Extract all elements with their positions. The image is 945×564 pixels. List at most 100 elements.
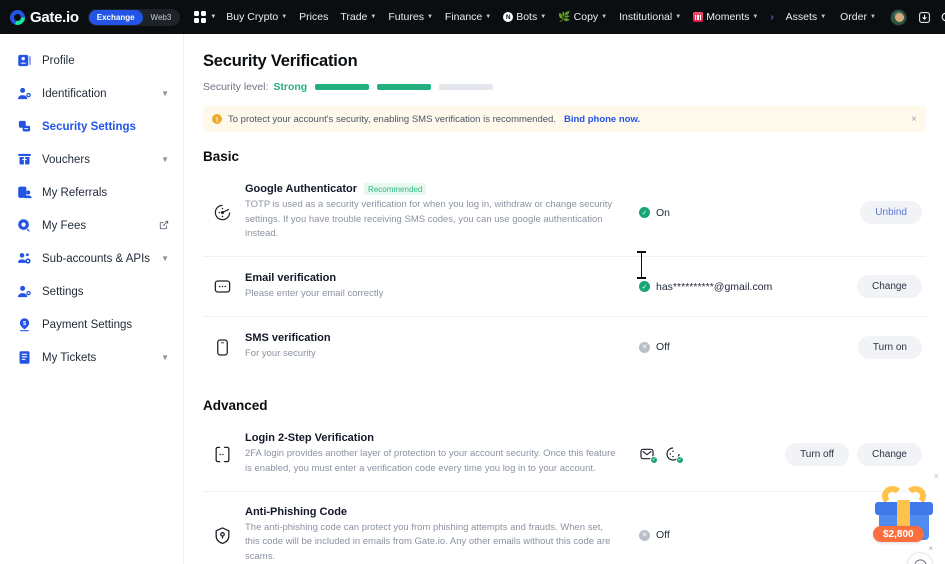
authenticator-icon (211, 203, 233, 222)
platform-switcher[interactable]: Exchange Web3 (87, 8, 181, 26)
payment-icon: $ (16, 317, 32, 333)
row-title: Email verification (245, 271, 337, 284)
recommended-badge: Recommended (364, 183, 427, 195)
sidebar-item-label: Payment Settings (42, 318, 133, 331)
status-text: Off (656, 341, 670, 354)
nav-bots[interactable]: N Bots ▼ (497, 11, 552, 23)
close-icon[interactable]: × (934, 471, 939, 481)
sidebar-item-my-fees[interactable]: My Fees (0, 209, 183, 242)
avatar[interactable] (889, 8, 907, 26)
status-off-icon: ✕ (639, 529, 650, 541)
sidebar-item-identification[interactable]: Identification ▼ (0, 77, 183, 110)
chevron-down-icon: ▼ (370, 14, 377, 20)
status-on-icon: ✓ (639, 281, 650, 293)
nav-moments[interactable]: Moments ▼ (687, 11, 764, 23)
row-actions: Unbind (860, 201, 926, 225)
download-icon[interactable] (915, 7, 935, 27)
nav-futures[interactable]: Futures ▼ (382, 11, 439, 23)
row-description: The anti-phishing code can protect you f… (245, 521, 611, 563)
bind-phone-link[interactable]: Bind phone now. (564, 114, 640, 125)
change-2fa-button[interactable]: Change (856, 442, 922, 466)
nav-order[interactable]: Order ▼ (834, 11, 882, 23)
segment-exchange[interactable]: Exchange (88, 9, 143, 25)
close-icon[interactable]: × (928, 544, 933, 553)
sidebar-item-payment-settings[interactable]: $ Payment Settings (0, 308, 183, 341)
sidebar-item-label: Sub-accounts & APIs (42, 252, 151, 265)
row-description: TOTP is used as a security verification … (245, 199, 613, 240)
nav-finance[interactable]: Finance ▼ (439, 11, 497, 23)
verified-check-icon: ✓ (650, 456, 658, 465)
status-text: has**********@gmail.com (656, 280, 773, 293)
chevron-down-icon: ▼ (675, 14, 682, 20)
row-google-authenticator: Google Authenticator Recommended TOTP is… (203, 169, 926, 258)
main-content: Security Verification Security level: St… (184, 34, 945, 564)
nav-institutional[interactable]: Institutional ▼ (613, 11, 687, 23)
chevron-down-icon: ▼ (820, 14, 827, 20)
voucher-icon (16, 152, 32, 168)
top-navigation-bar: Gate.io Exchange Web3 ▼ Buy Crypto ▼ Pri… (0, 0, 945, 34)
chevron-down-icon: ▼ (281, 14, 288, 20)
turn-off-2fa-button[interactable]: Turn off (785, 442, 849, 466)
apps-grid-icon[interactable] (194, 11, 207, 23)
sidebar-item-profile[interactable]: Profile (0, 44, 183, 77)
row-description: Please enter your email correctly (245, 287, 384, 299)
nav-label: Bots (516, 11, 538, 23)
chevron-down-icon: ▼ (601, 14, 608, 20)
close-icon[interactable]: × (911, 114, 917, 125)
nav-copy[interactable]: 🌿 Copy ▼ (552, 11, 613, 23)
row-actions: Turn off Change (785, 442, 926, 466)
sidebar-item-my-referrals[interactable]: My Referrals (0, 176, 183, 209)
nav-label: Copy (573, 11, 599, 23)
row-anti-phishing-code: Anti-Phishing Code The anti-phishing cod… (203, 492, 926, 564)
status-text: Off (656, 529, 670, 542)
verified-check-icon: ✓ (676, 456, 684, 465)
sidebar-item-my-tickets[interactable]: My Tickets ▼ (0, 341, 183, 374)
nav-buy-crypto[interactable]: Buy Crypto ▼ (220, 11, 293, 23)
sidebar-item-label: Settings (42, 285, 84, 298)
row-description: 2FA login provides another layer of prot… (245, 448, 616, 474)
turn-on-sms-button[interactable]: Turn on (857, 335, 922, 359)
nav-label: Buy Crypto (226, 11, 279, 23)
unbind-button[interactable]: Unbind (860, 201, 922, 225)
row-login-2step-verification: Login 2-Step Verification 2FA login prov… (203, 418, 926, 492)
search-icon[interactable] (937, 7, 945, 27)
brand-logo[interactable]: Gate.io (10, 9, 79, 26)
profile-icon (16, 53, 32, 69)
security-level-indicator: Security level: Strong (203, 81, 935, 93)
chevron-down-icon: ▼ (485, 14, 492, 20)
status-text: On (656, 206, 671, 219)
row-actions: Turn on (857, 335, 926, 359)
nav-assets[interactable]: Assets ▼ (780, 11, 832, 23)
tickets-icon (16, 350, 32, 366)
nav-trade[interactable]: Trade ▼ (334, 11, 382, 23)
nav-more-chevron-right-icon[interactable]: › (764, 12, 779, 23)
brand-name: Gate.io (30, 8, 79, 26)
sidebar-item-sub-accounts-apis[interactable]: Sub-accounts & APIs ▼ (0, 242, 183, 275)
change-email-button[interactable]: Change (856, 275, 922, 299)
sidebar-item-settings[interactable]: Settings (0, 275, 183, 308)
moments-icon (693, 12, 704, 22)
sidebar-item-security-settings[interactable]: Security Settings (0, 110, 183, 143)
chevron-down-icon: ▼ (752, 14, 759, 20)
primary-nav: Buy Crypto ▼ Prices Trade ▼ Futures ▼ Fi… (220, 11, 779, 23)
security-level-label: Security level: (203, 81, 269, 93)
row-status: ✕ Off (617, 341, 782, 353)
sidebar-item-label: My Fees (42, 219, 87, 232)
chevron-down-icon: ▼ (540, 14, 547, 20)
row-content: SMS verification For your security (245, 332, 617, 362)
nav-prices[interactable]: Prices (293, 11, 334, 23)
apps-chevron-down-icon[interactable]: ▼ (210, 14, 216, 20)
sidebar-item-vouchers[interactable]: Vouchers ▼ (0, 143, 183, 176)
nav-label: Finance (444, 11, 483, 23)
chevron-down-icon: ▼ (161, 353, 169, 362)
security-bar-1 (315, 84, 370, 90)
gift-promo-widget[interactable]: × $2,800 (871, 471, 939, 543)
status-off-icon: ✕ (639, 341, 650, 353)
secondary-nav: Assets ▼ Order ▼ (780, 7, 945, 27)
referrals-icon (16, 185, 32, 201)
segment-web3[interactable]: Web3 (143, 10, 180, 25)
row-content: Anti-Phishing Code The anti-phishing cod… (245, 506, 617, 564)
status-on-icon: ✓ (639, 207, 650, 219)
leaf-icon: 🌿 (558, 11, 571, 23)
external-link-icon (159, 220, 169, 232)
